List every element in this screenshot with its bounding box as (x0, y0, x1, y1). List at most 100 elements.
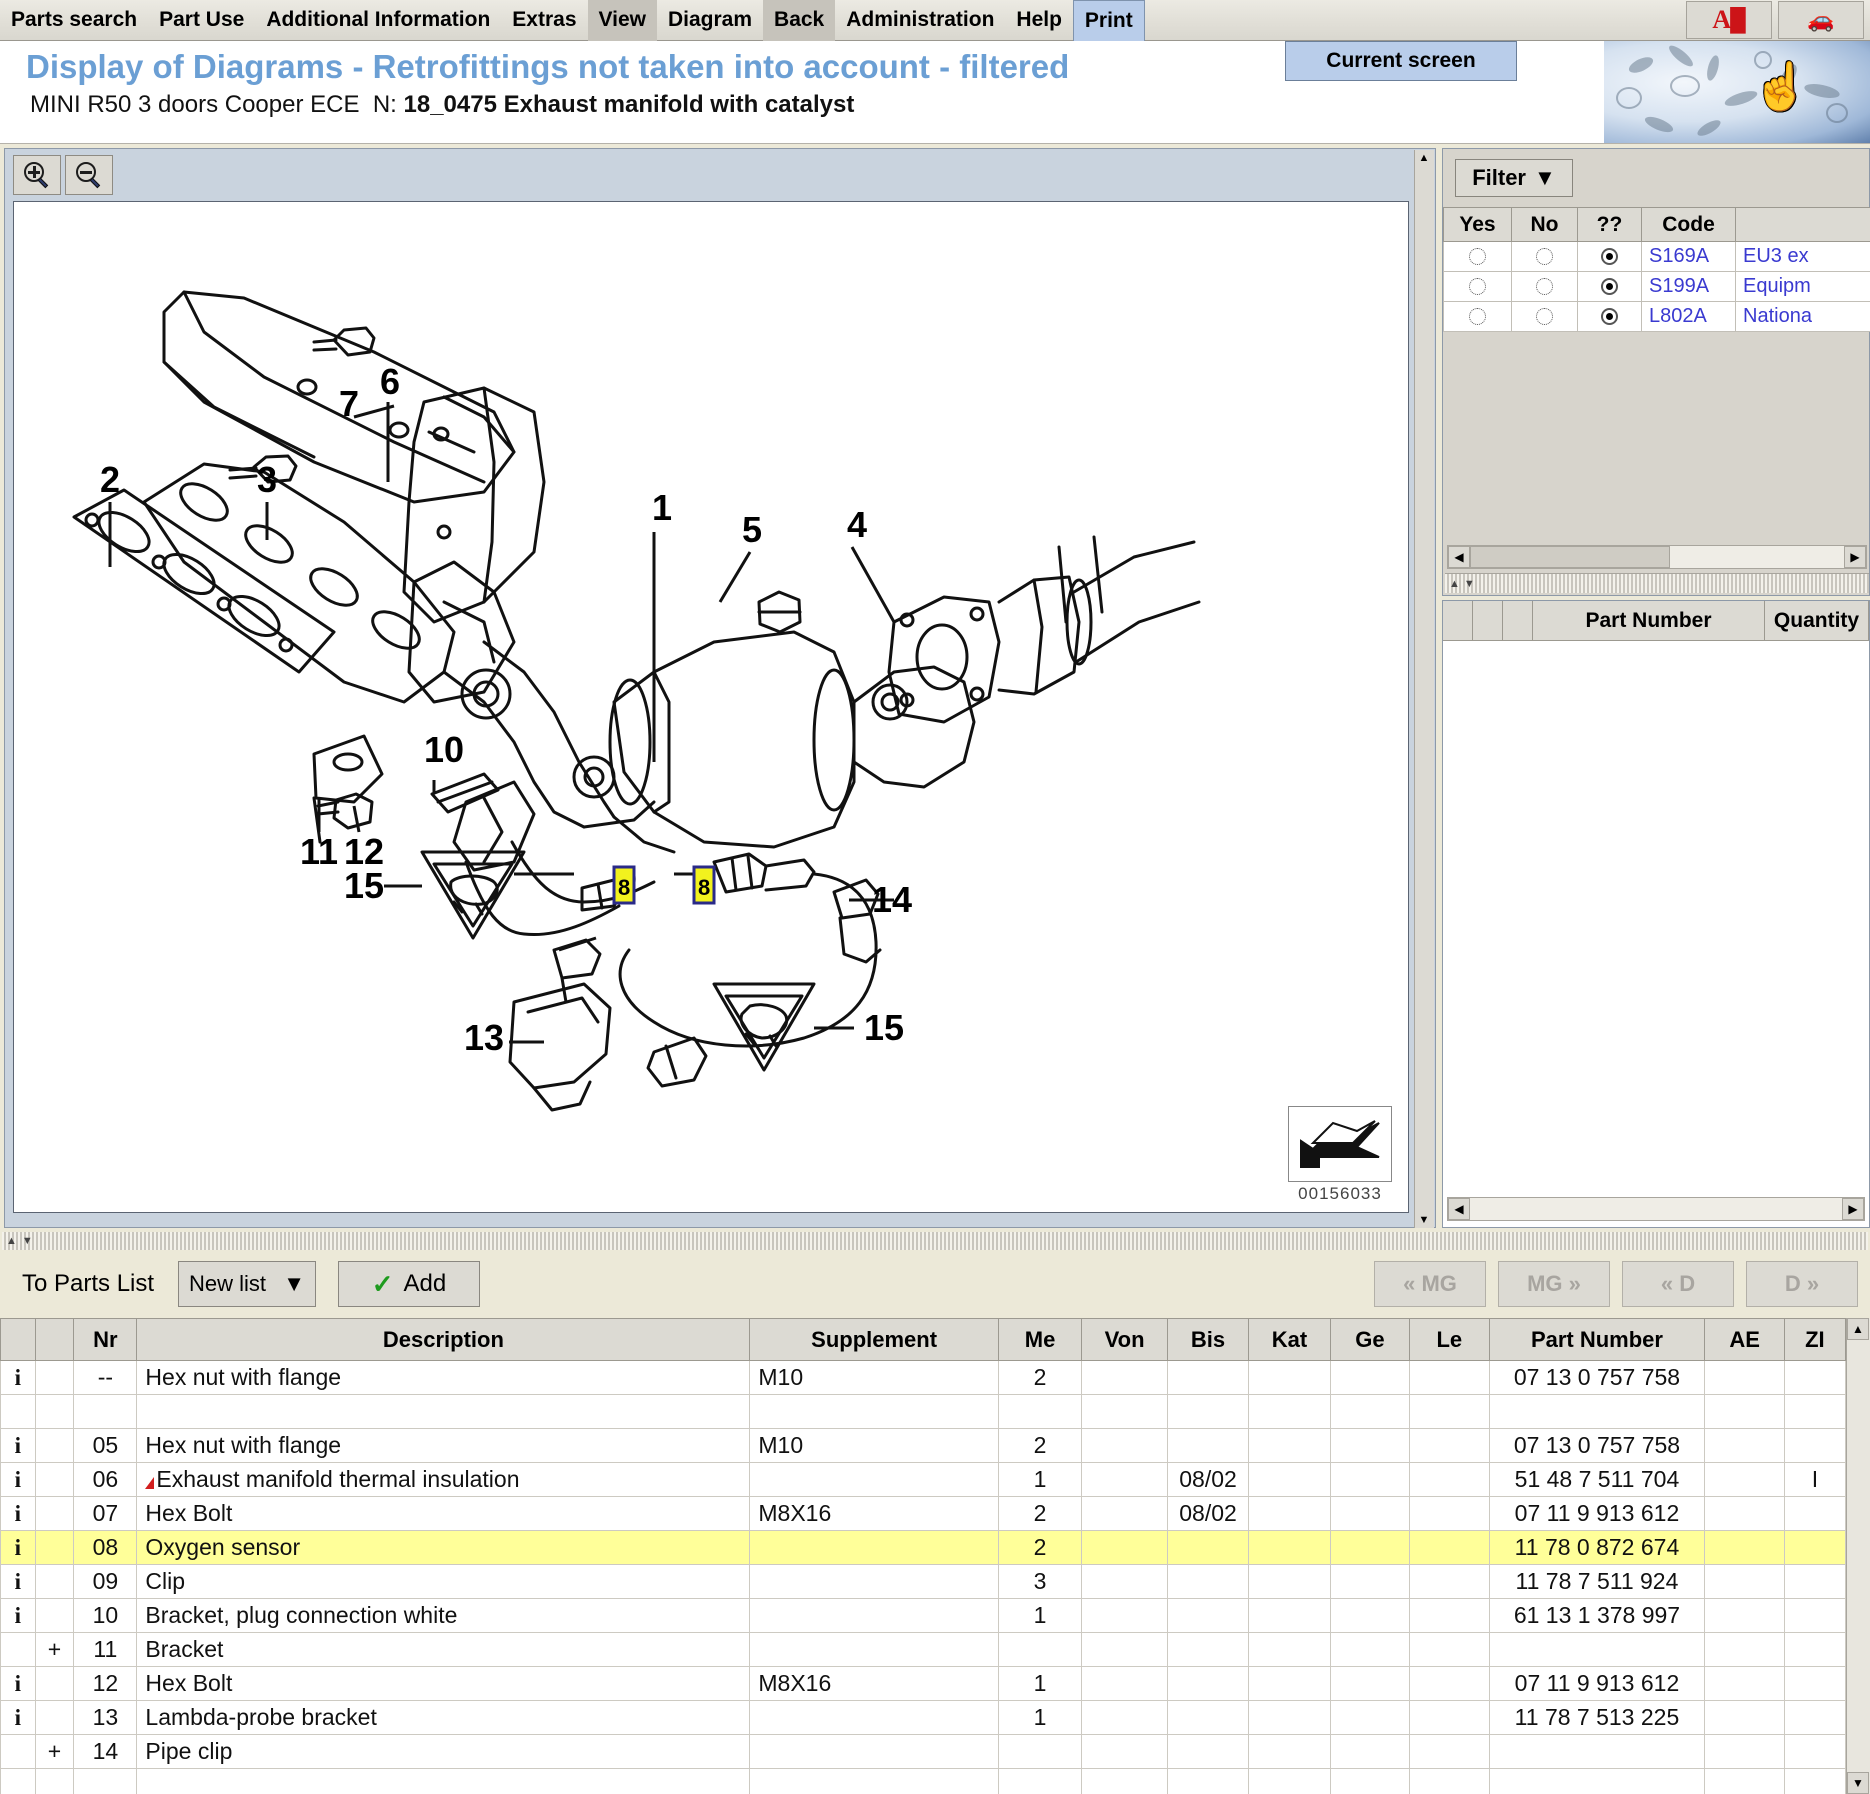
table-row[interactable] (0, 1394, 1847, 1429)
table-row[interactable]: i 07 Hex Bolt M8X16 2 08/02 07 11 9 913 612 (0, 1496, 1847, 1531)
parts-col-ge[interactable]: Ge (1329, 1318, 1411, 1361)
parts-col-nr[interactable]: Nr (73, 1318, 138, 1361)
next-d-button[interactable]: D » (1746, 1261, 1858, 1307)
parts-table-vertical-scrollbar[interactable]: ▲ ▼ (1846, 1318, 1870, 1794)
scroll-right-icon[interactable]: ▶ (1842, 1198, 1864, 1220)
filter-col-description[interactable] (1735, 207, 1870, 242)
parts-col-me[interactable]: Me (997, 1318, 1083, 1361)
part-detail-col-blank2[interactable] (1473, 601, 1503, 641)
parts-col-expand[interactable] (34, 1318, 75, 1361)
filter-col-no[interactable]: No (1511, 207, 1578, 242)
menu-item-help[interactable]: Help (1005, 0, 1073, 41)
add-button[interactable]: ✓ Add (338, 1261, 480, 1307)
parts-col-supplement[interactable]: Supplement (749, 1318, 999, 1361)
diagram-vertical-scrollbar[interactable]: ▲ ▼ (1414, 150, 1434, 1228)
parts-col-zi[interactable]: ZI (1783, 1318, 1847, 1361)
part-detail-col-quantity[interactable]: Quantity (1765, 601, 1869, 641)
scroll-down-icon[interactable]: ▼ (1415, 1212, 1433, 1228)
filter-radio-unknown[interactable] (1577, 301, 1642, 332)
collapse-down-icon[interactable]: ▼ (1464, 578, 1475, 590)
parts-col-part-number[interactable]: Part Number (1488, 1318, 1706, 1361)
filter-code-link[interactable]: S199A (1641, 271, 1736, 302)
parts-list-select[interactable]: New list ▼ (178, 1261, 316, 1307)
table-row[interactable]: i -- Hex nut with flange M10 2 07 13 0 757 75… (0, 1360, 1847, 1395)
table-row[interactable]: i 08 Oxygen sensor 2 11 78 0 872 674 (0, 1530, 1847, 1565)
parts-col-description[interactable]: Description (136, 1318, 751, 1361)
menu-item-parts-search[interactable]: Parts search (0, 0, 148, 41)
parts-col-bis[interactable]: Bis (1166, 1318, 1250, 1361)
table-row[interactable]: i 09 Clip 3 11 78 7 511 924 (0, 1564, 1847, 1599)
language-button[interactable]: A █ (1686, 1, 1772, 39)
menu-item-administration[interactable]: Administration (835, 0, 1005, 41)
parts-col-von[interactable]: Von (1081, 1318, 1168, 1361)
parts-col-ae[interactable]: AE (1704, 1318, 1785, 1361)
collapse-up-icon[interactable]: ▲ (6, 1235, 17, 1247)
filter-radio-no[interactable] (1511, 241, 1578, 272)
filter-radio-yes[interactable] (1443, 301, 1512, 332)
parts-table-container[interactable]: Nr Description Supplement Me Von Bis Kat… (0, 1318, 1870, 1794)
table-row[interactable]: +14 Pipe clip (0, 1734, 1847, 1769)
table-row[interactable]: S169A EU3 ex (1443, 241, 1870, 272)
parts-list-splitter[interactable]: ▲ ▼ (2, 1232, 1868, 1250)
filter-radio-no[interactable] (1511, 271, 1578, 302)
scroll-down-icon[interactable]: ▼ (1847, 1772, 1869, 1794)
filter-radio-yes[interactable] (1443, 241, 1512, 272)
collapse-up-icon[interactable]: ▲ (1449, 578, 1460, 590)
filter-description-link[interactable]: EU3 ex (1735, 241, 1870, 272)
vehicle-button[interactable]: 🚗 (1778, 1, 1864, 39)
part-detail-col-part-number[interactable]: Part Number (1533, 601, 1765, 641)
print-dropdown-menu[interactable]: Current screen (1285, 41, 1517, 81)
filter-col-yes[interactable]: Yes (1443, 207, 1512, 242)
table-row[interactable]: i 05 Hex nut with flange M10 2 07 13 0 757 75… (0, 1428, 1847, 1463)
part-detail-horizontal-scrollbar[interactable]: ◀ ▶ (1447, 1197, 1865, 1221)
scroll-left-icon[interactable]: ◀ (1448, 1198, 1470, 1220)
table-row[interactable]: L802A Nationa (1443, 301, 1870, 332)
car-icon: 🚗 (1807, 7, 1835, 32)
filter-radio-unknown[interactable] (1577, 271, 1642, 302)
parts-col-info[interactable] (0, 1318, 36, 1361)
filter-description-link[interactable]: Equipm (1735, 271, 1870, 302)
table-row[interactable]: i 13 Lambda-probe bracket 1 11 78 7 513 225 (0, 1700, 1847, 1735)
filter-col-unknown[interactable]: ?? (1577, 207, 1642, 242)
scroll-thumb[interactable] (1470, 546, 1670, 568)
scroll-left-icon[interactable]: ◀ (1448, 546, 1470, 568)
zoom-in-button[interactable] (13, 155, 61, 195)
filter-button[interactable]: Filter ▼ (1455, 159, 1573, 197)
parts-col-kat[interactable]: Kat (1248, 1318, 1331, 1361)
part-detail-col-blank1[interactable] (1443, 601, 1473, 641)
filter-panel-splitter[interactable]: ▲ ▼ (1445, 573, 1869, 593)
menu-item-part-use[interactable]: Part Use (148, 0, 255, 41)
part-detail-col-blank3[interactable] (1503, 601, 1533, 641)
parts-col-le[interactable]: Le (1409, 1318, 1490, 1361)
prev-mg-button[interactable]: « MG (1374, 1261, 1486, 1307)
menu-item-print[interactable]: Print (1072, 0, 1145, 41)
scroll-up-icon[interactable]: ▲ (1415, 150, 1433, 166)
diagram-canvas[interactable]: 1 2 3 4 5 6 7 9 10 11 12 13 14 15 15 (13, 201, 1409, 1213)
menu-item-additional-information[interactable]: Additional Information (255, 0, 501, 41)
filter-code-link[interactable]: S169A (1641, 241, 1736, 272)
table-row[interactable]: i 10 Bracket, plug connection white 1 61 13 … (0, 1598, 1847, 1633)
scroll-up-icon[interactable]: ▲ (1847, 1318, 1869, 1340)
next-mg-button[interactable]: MG » (1498, 1261, 1610, 1307)
filter-radio-unknown[interactable] (1577, 241, 1642, 272)
collapse-down-icon[interactable]: ▼ (22, 1235, 33, 1247)
scroll-right-icon[interactable]: ▶ (1844, 546, 1866, 568)
menu-item-diagram[interactable]: Diagram (657, 0, 763, 41)
table-row[interactable] (0, 1768, 1847, 1794)
menu-item-extras[interactable]: Extras (501, 0, 587, 41)
prev-d-button[interactable]: « D (1622, 1261, 1734, 1307)
table-row[interactable]: S199A Equipm (1443, 271, 1870, 302)
table-row[interactable]: +11 Bracket (0, 1632, 1847, 1667)
table-row[interactable]: i 06 Exhaust manifold thermal insulation 1 0… (0, 1462, 1847, 1497)
print-menu-item-current-screen[interactable]: Current screen (1326, 49, 1475, 73)
zoom-out-button[interactable] (65, 155, 113, 195)
filter-horizontal-scrollbar[interactable]: ◀ ▶ (1447, 545, 1867, 569)
menu-item-back[interactable]: Back (763, 0, 836, 41)
filter-col-code[interactable]: Code (1641, 207, 1736, 242)
filter-description-link[interactable]: Nationa (1735, 301, 1870, 332)
table-row[interactable]: i 12 Hex Bolt M8X16 1 07 11 9 913 612 (0, 1666, 1847, 1701)
filter-radio-yes[interactable] (1443, 271, 1512, 302)
menu-item-view[interactable]: View (587, 0, 657, 41)
filter-radio-no[interactable] (1511, 301, 1578, 332)
filter-code-link[interactable]: L802A (1641, 301, 1736, 332)
